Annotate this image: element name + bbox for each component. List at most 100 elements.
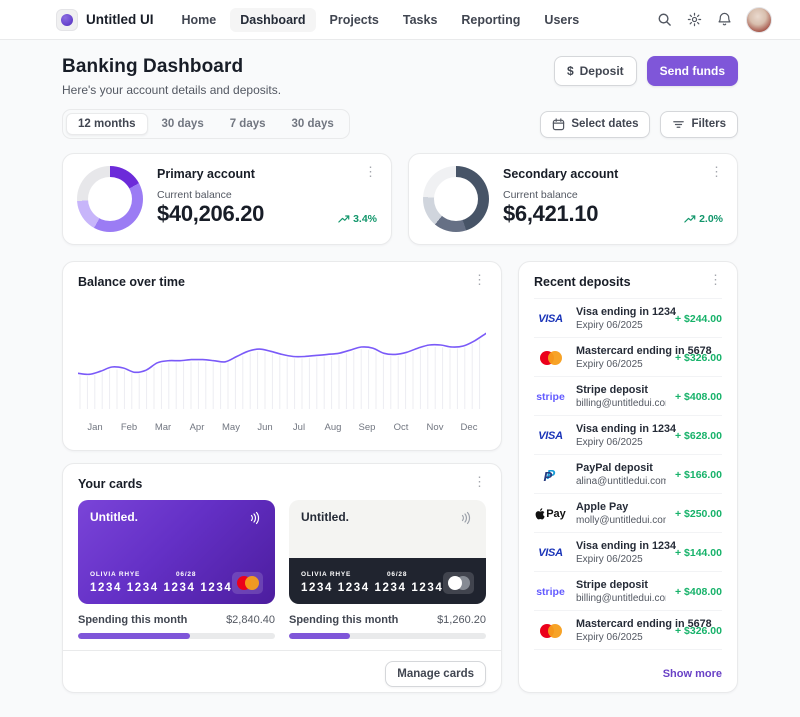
page-title: Banking Dashboard [62,56,554,78]
deposit-button[interactable]: $ Deposit [554,56,637,86]
deposit-row[interactable]: VISA Visa ending in 1234Expiry 06/2025 +… [534,533,722,572]
credit-card-primary[interactable]: Untitled. OLIVIA RHYE 06/28 123 [78,500,275,604]
brand-logo-dot [61,14,73,26]
deposit-row[interactable]: stripe Stripe depositbilling@untitledui.… [534,572,722,611]
spending-progress-track [78,633,275,639]
date-range-segmented-control: 12 months 30 days 7 days 30 days [62,109,350,139]
card-number: 1234 1234 1234 1234 [301,582,443,594]
chart-x-axis-labels: JanFeb MarApr MayJun JulAug SepOct NovDe… [63,420,501,433]
deposit-row[interactable]: stripe Stripe depositbilling@untitledui.… [534,377,722,416]
stripe-icon: stripe [534,586,567,598]
page-subtitle: Here's your account details and deposits… [62,83,554,97]
visa-icon: VISA [534,547,567,559]
range-12-months[interactable]: 12 months [66,113,148,135]
recent-deposits-title: Recent deposits [534,275,709,289]
recent-deposits-menu-icon[interactable]: ⋮ [709,275,722,285]
spending-progress-track [289,633,486,639]
page-header: Banking Dashboard Here's your account de… [62,56,738,97]
nav-item-home[interactable]: Home [172,8,227,32]
your-cards-title: Your cards [78,477,473,491]
deposit-row[interactable]: PP PayPal depositalina@untitledui.com + … [534,455,722,494]
deposit-amount: + $628.00 [675,430,722,442]
apple-pay-icon: Pay [534,508,567,520]
card-expiry: 06/28 [176,571,196,578]
mastercard-icon [232,572,263,594]
secondary-account-donut-chart [423,166,489,232]
account-cards-row: Primary account ⋮ Current balance $40,20… [62,153,738,245]
balance-over-time-panel: Balance over time ⋮ JanFeb MarApr MayJun… [62,261,502,451]
nav-actions [656,7,772,33]
nav-item-dashboard[interactable]: Dashboard [230,8,315,32]
spending-label: Spending this month [289,614,398,626]
nav-links: Home Dashboard Projects Tasks Reporting … [172,8,657,32]
settings-icon[interactable] [686,12,702,28]
deposit-amount: + $244.00 [675,313,722,325]
filters-button[interactable]: Filters [660,111,738,138]
secondary-account-menu-icon[interactable]: ⋮ [710,167,723,177]
balance-line-chart [78,297,486,415]
deposit-amount: + $166.00 [675,469,722,481]
contactless-icon [247,510,263,526]
spending-amount: $2,840.40 [226,614,275,626]
deposit-amount: + $144.00 [675,547,722,559]
show-more-link[interactable]: Show more [663,668,722,680]
deposit-amount: + $250.00 [675,508,722,520]
range-7-days[interactable]: 7 days [218,113,278,135]
card-brand: Untitled. [90,510,247,524]
balance-label: Current balance [157,189,377,201]
secondary-account-title: Secondary account [503,167,710,181]
deposit-row[interactable]: VISA Visa ending in 1234Expiry 06/2025 +… [534,416,722,455]
secondary-account-balance: $6,421.10 [503,201,684,227]
user-avatar[interactable] [746,7,772,33]
search-icon[interactable] [656,12,672,28]
deposit-row[interactable]: VISA Visa ending in 1234Expiry 06/2025 +… [534,298,722,338]
brand-logo [56,9,78,31]
deposit-amount: + $326.00 [675,625,722,637]
select-dates-button[interactable]: Select dates [540,111,650,138]
nav-item-tasks[interactable]: Tasks [393,8,448,32]
mastercard-icon [534,624,567,638]
card-expiry: 06/28 [387,571,407,578]
paypal-icon: PP [534,467,567,483]
card-brand: Untitled. [301,510,458,524]
dollar-icon: $ [567,64,574,78]
range-30-days[interactable]: 30 days [150,113,216,135]
deposit-row[interactable]: Pay Apple Paymolly@untitledui.com + $250… [534,494,722,533]
spending-primary: Spending this month $2,840.40 [78,614,275,639]
secondary-account-trend: 2.0% [684,213,723,227]
contactless-icon [458,510,474,526]
visa-icon: VISA [534,313,567,325]
deposit-row[interactable]: Mastercard ending in 5678Expiry 06/2025 … [534,338,722,377]
bell-icon[interactable] [716,12,732,28]
chart-title: Balance over time [78,275,473,289]
recent-deposits-panel: Recent deposits ⋮ VISA Visa ending in 12… [518,261,738,693]
top-nav: Untitled UI Home Dashboard Projects Task… [0,0,800,40]
credit-card-secondary[interactable]: Untitled. OLIVIA RHYE 06/28 123 [289,500,486,604]
nav-item-users[interactable]: Users [534,8,589,32]
deposits-list: VISA Visa ending in 1234Expiry 06/2025 +… [519,298,737,655]
primary-account-balance: $40,206.20 [157,201,338,227]
nav-item-projects[interactable]: Projects [320,8,389,32]
trend-up-icon [684,214,696,224]
mastercard-icon [534,351,567,365]
range-30-days-2[interactable]: 30 days [280,113,346,135]
nav-item-reporting[interactable]: Reporting [451,8,530,32]
primary-account-trend: 3.4% [338,213,377,227]
chart-menu-icon[interactable]: ⋮ [473,275,486,285]
manage-cards-button[interactable]: Manage cards [385,661,486,687]
page-body: Banking Dashboard Here's your account de… [0,40,800,693]
mastercard-mono-icon [443,572,474,594]
spending-progress-fill [78,633,190,639]
card-holder: OLIVIA RHYE [301,571,387,578]
filter-lines-icon [672,118,685,131]
trend-up-icon [338,214,350,224]
send-funds-button[interactable]: Send funds [647,56,738,86]
your-cards-menu-icon[interactable]: ⋮ [473,477,486,487]
spending-secondary: Spending this month $1,260.20 [289,614,486,639]
deposit-amount: + $326.00 [675,352,722,364]
secondary-account-card: Secondary account ⋮ Current balance $6,4… [408,153,738,245]
primary-account-menu-icon[interactable]: ⋮ [364,167,377,177]
deposit-row[interactable]: Mastercard ending in 5678Expiry 06/2025 … [534,611,722,650]
stripe-icon: stripe [534,391,567,403]
primary-account-title: Primary account [157,167,364,181]
